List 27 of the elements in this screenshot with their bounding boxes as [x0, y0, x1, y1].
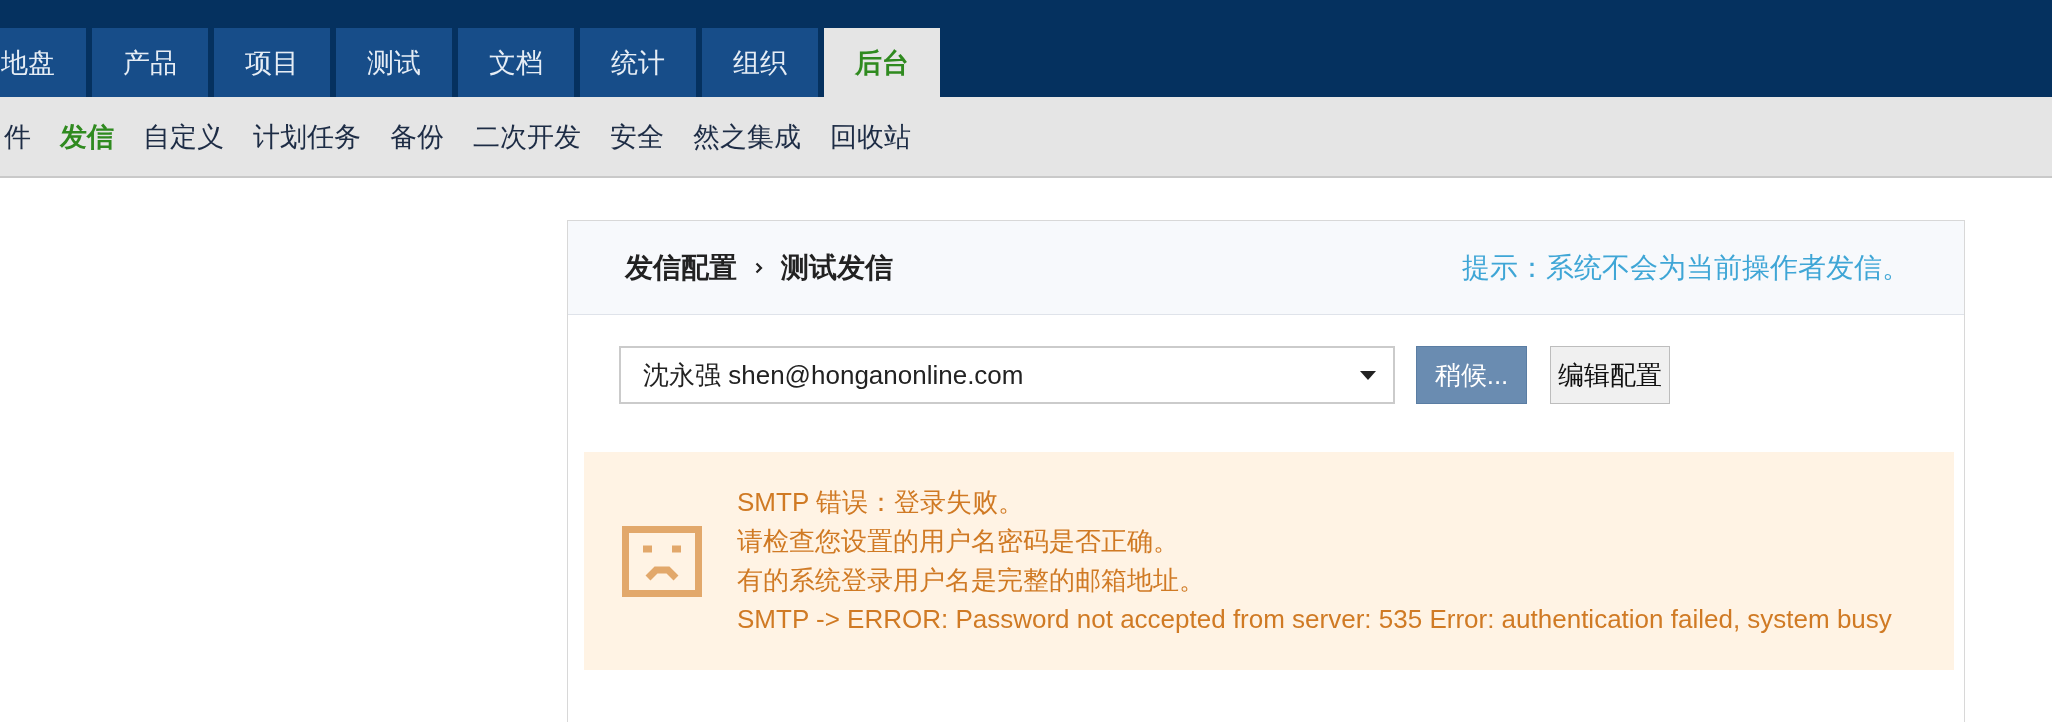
nav-tab[interactable]: 地盘 [0, 28, 86, 97]
nav-tab[interactable]: 文档 [458, 28, 574, 97]
error-message-line: SMTP 错误：登录失败。 [737, 486, 1025, 519]
nav-tab[interactable]: 统计 [580, 28, 696, 97]
sub-nav-item[interactable]: 安全 [610, 118, 664, 155]
chevron-right-icon [755, 261, 763, 274]
sub-nav-item[interactable]: 回收站 [830, 118, 911, 155]
sub-nav-item[interactable]: 自定义 [143, 118, 224, 155]
nav-tab[interactable]: 组织 [702, 28, 818, 97]
sub-nav-item[interactable]: 然之集成 [693, 118, 801, 155]
edit-config-button[interactable]: 编辑配置 [1550, 346, 1670, 404]
nav-tab[interactable]: 测试 [336, 28, 452, 97]
error-message-line: 请检查您设置的用户名密码是否正确。 [737, 525, 1180, 558]
breadcrumb-item[interactable]: 发信配置 [625, 248, 737, 287]
sad-face-icon [622, 525, 702, 597]
error-message-line: 有的系统登录用户名是完整的邮箱地址。 [737, 564, 1206, 597]
nav-tab[interactable]: 产品 [92, 28, 208, 97]
sub-nav-item[interactable]: 二次开发 [473, 118, 581, 155]
sub-nav-item[interactable]: 件 [4, 118, 31, 155]
error-message-line: SMTP -> ERROR: Password not accepted from server: 535 Error: authentication failed, system busy [737, 603, 1892, 636]
recipient-select[interactable]: 沈永强 shen@honganonline.com [619, 346, 1395, 404]
sub-nav-item[interactable]: 备份 [390, 118, 444, 155]
sub-nav-item[interactable]: 计划任务 [253, 118, 361, 155]
breadcrumb-item: 测试发信 [781, 250, 893, 285]
nav-tab[interactable]: 项目 [214, 28, 330, 97]
caret-down-icon [1360, 370, 1376, 380]
hint-text: 提示：系统不会为当前操作者发信。 [1462, 250, 1910, 285]
